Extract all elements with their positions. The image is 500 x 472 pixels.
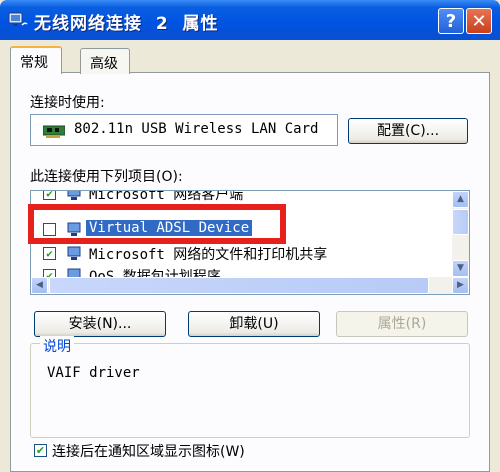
horizontal-scrollbar[interactable]: ◀ ▶ [31, 277, 469, 294]
tab-advanced[interactable]: 高级 [80, 48, 130, 74]
description-title: 说明 [40, 336, 74, 356]
window-title: 无线网络连接 2 属性 [34, 14, 219, 34]
list-item[interactable]: ✔ Microsoft 网络客户端 [31, 190, 446, 205]
configure-button[interactable]: 配置(C)... [348, 118, 468, 144]
network-connection-icon [8, 12, 28, 26]
description-group [30, 343, 470, 438]
scroll-thumb[interactable] [452, 209, 469, 235]
uninstall-button[interactable]: 卸载(U) [188, 311, 320, 337]
show-icon-label: 连接后在通知区域显示图标(W) [52, 444, 245, 460]
vertical-scrollbar[interactable]: ▲ ▼ [452, 191, 469, 277]
file-sharing-icon [67, 246, 81, 260]
item-label: Microsoft 网络的文件和打印机共享 [89, 247, 328, 263]
scroll-down-icon[interactable]: ▼ [452, 260, 469, 277]
properties-button[interactable]: 属性(R) [336, 311, 468, 337]
highlight-annotation [28, 204, 286, 244]
title-bar: 无线网络连接 2 属性 ? ✕ [0, 0, 500, 40]
scroll-right-icon[interactable]: ▶ [452, 277, 469, 294]
show-icon-checkbox[interactable]: ✔ [34, 444, 47, 457]
checkbox[interactable]: ✔ [43, 191, 56, 200]
scroll-up-icon[interactable]: ▲ [452, 191, 469, 208]
connect-using-label: 连接时使用: [30, 95, 105, 111]
list-item[interactable]: ✔ Microsoft 网络的文件和打印机共享 [31, 243, 446, 265]
scroll-thumb[interactable] [49, 277, 429, 294]
network-card-icon [43, 125, 65, 138]
scroll-left-icon[interactable]: ◀ [31, 277, 48, 294]
components-label: 此连接使用下列项目(O): [30, 169, 183, 185]
help-button[interactable]: ? [438, 8, 464, 34]
install-button[interactable]: 安装(N)... [34, 311, 166, 337]
device-name: 802.11n USB Wireless LAN Card [74, 121, 319, 137]
item-label: Microsoft 网络客户端 [89, 190, 244, 203]
description-text: VAIF driver [47, 365, 140, 381]
tab-general[interactable]: 常规 [10, 46, 62, 74]
close-button[interactable]: ✕ [466, 8, 492, 34]
device-field: 802.11n USB Wireless LAN Card [30, 114, 338, 146]
checkbox[interactable]: ✔ [43, 247, 56, 260]
network-client-icon [67, 191, 81, 200]
